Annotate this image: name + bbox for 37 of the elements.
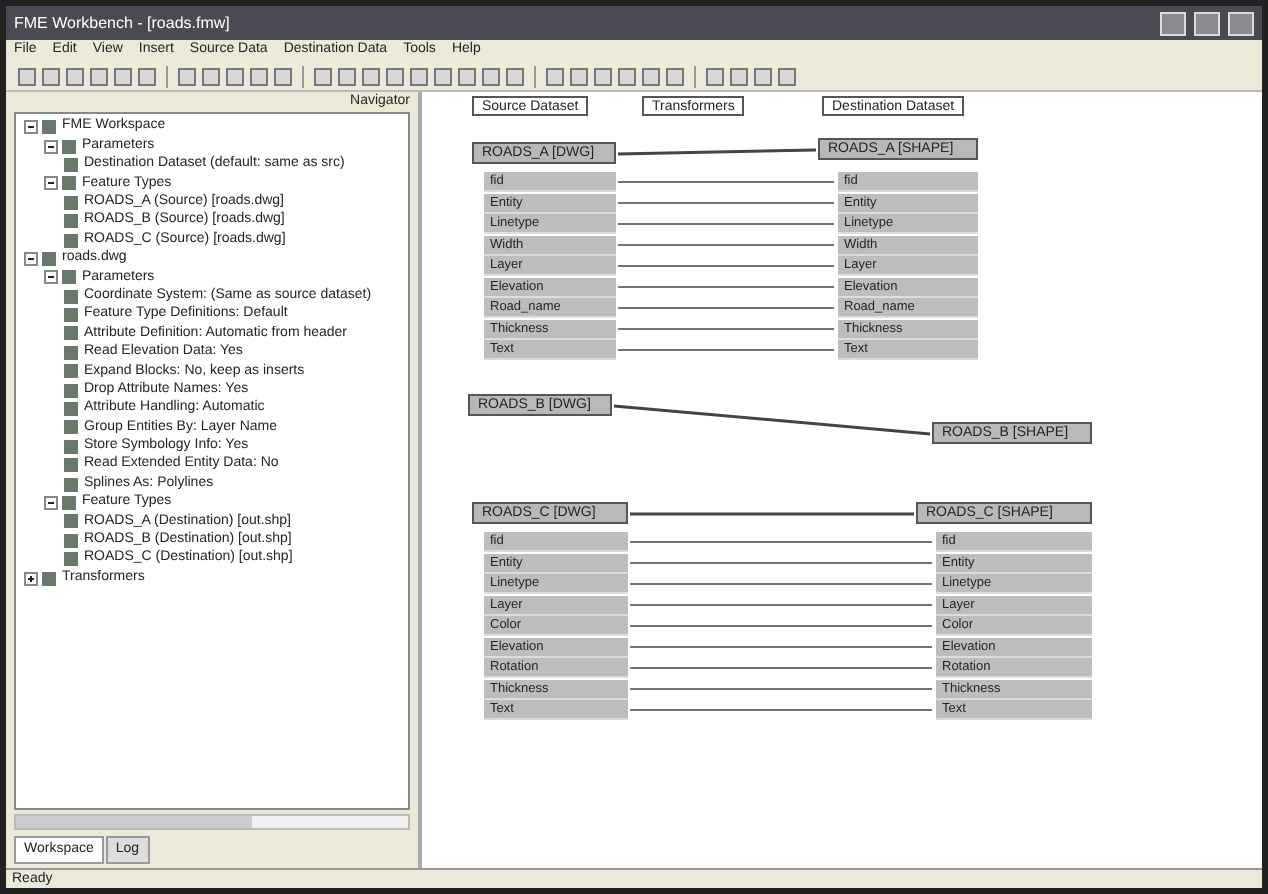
node-icon xyxy=(64,289,78,304)
expander-icon[interactable] xyxy=(44,270,58,285)
node-icon xyxy=(62,270,76,285)
node-icon xyxy=(64,514,78,529)
expander-icon[interactable] xyxy=(24,571,38,586)
node-icon xyxy=(64,326,78,341)
node-icon xyxy=(64,233,78,248)
node-icon xyxy=(64,477,78,492)
node-icon xyxy=(64,402,78,417)
node-icon xyxy=(64,345,78,360)
node-icon xyxy=(64,420,78,435)
expander-icon[interactable] xyxy=(24,120,38,135)
horizontal-scrollbar[interactable] xyxy=(14,813,410,829)
expander-icon[interactable] xyxy=(44,176,58,191)
minimize-button[interactable] xyxy=(1160,11,1186,35)
node-icon xyxy=(64,552,78,567)
node-icon xyxy=(62,496,76,510)
node-icon xyxy=(64,383,78,398)
maximize-button[interactable] xyxy=(1194,11,1220,35)
node-icon xyxy=(64,458,78,473)
node-icon xyxy=(64,195,78,210)
expander-icon[interactable] xyxy=(24,251,38,266)
node-icon xyxy=(42,251,56,266)
node-icon xyxy=(64,364,78,379)
node-icon xyxy=(64,439,78,454)
node-icon xyxy=(42,120,56,135)
node-icon xyxy=(64,214,78,229)
window-title: FME Workbench - [roads.fmw] xyxy=(14,11,230,35)
expander-icon[interactable] xyxy=(44,139,58,154)
node-icon xyxy=(64,308,78,323)
expander-icon[interactable] xyxy=(44,496,58,510)
node-icon xyxy=(42,571,56,586)
node-icon xyxy=(64,157,78,172)
close-button[interactable] xyxy=(1228,11,1254,35)
node-icon xyxy=(64,533,78,548)
node-icon xyxy=(62,139,76,154)
node-icon xyxy=(62,176,76,191)
